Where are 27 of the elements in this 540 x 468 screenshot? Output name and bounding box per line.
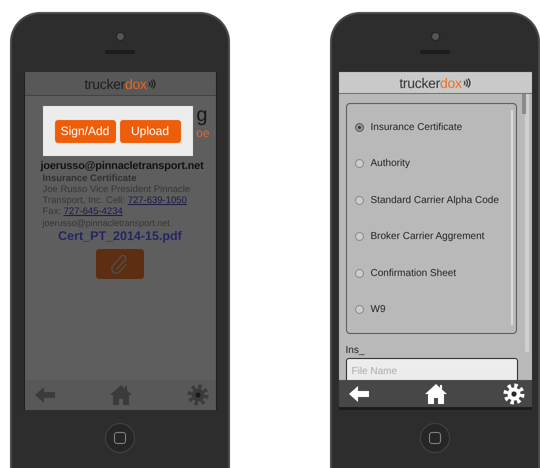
radio-button[interactable] — [354, 232, 364, 242]
page-heading: g — [195, 104, 208, 126]
radio-button[interactable] — [354, 196, 364, 205]
document-type-option[interactable]: Authority — [354, 146, 508, 182]
file-name-field[interactable]: File Name — [346, 358, 518, 380]
document-type-option[interactable]: Standard Carrier Alpha Code — [354, 182, 508, 218]
document-type-option[interactable]: Broker Carrier Aggrement — [354, 218, 508, 255]
sound-waves-icon — [462, 78, 471, 88]
home-button[interactable] — [105, 423, 135, 453]
radio-button[interactable] — [354, 159, 364, 168]
sound-waves-icon — [148, 78, 156, 88]
radio-button[interactable] — [354, 122, 364, 132]
home-icon[interactable] — [424, 382, 448, 406]
email-address: joerusso@pinnacletransport.net — [40, 160, 205, 172]
radio-button[interactable] — [354, 268, 364, 278]
app-logo: truckerdox — [84, 76, 147, 92]
field-label: Ins_ — [346, 345, 366, 356]
camera-icon — [430, 32, 440, 41]
app-logo: truckerdox — [399, 74, 462, 90]
attach-button[interactable] — [96, 249, 144, 279]
document-type-option[interactable]: Insurance Certificate — [354, 109, 508, 146]
contact-name: oe — [196, 126, 210, 140]
document-type-option[interactable]: W9 — [354, 292, 508, 328]
document-type-option[interactable]: Confirmation Sheet — [354, 255, 508, 292]
camera-icon — [116, 32, 124, 41]
home-button[interactable] — [420, 423, 450, 453]
radio-button[interactable] — [354, 305, 364, 314]
